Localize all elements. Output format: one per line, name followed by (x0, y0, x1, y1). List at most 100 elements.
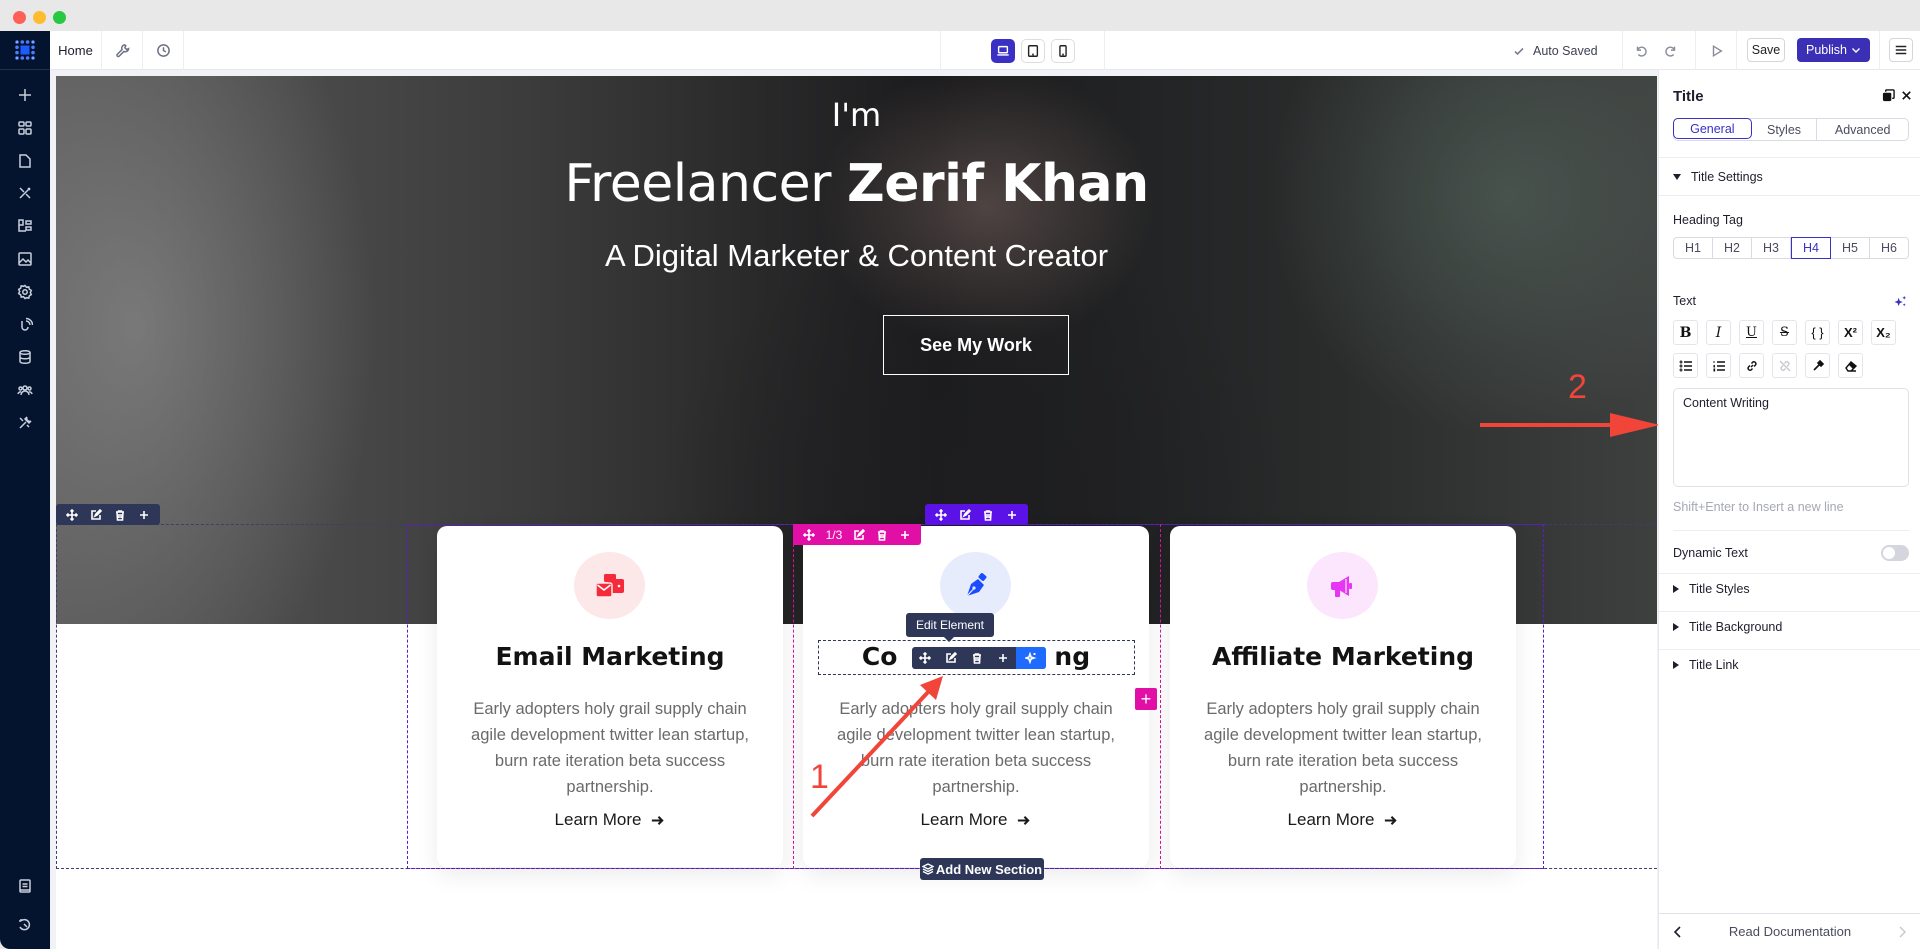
bullet-list-button[interactable] (1673, 353, 1698, 378)
panel-detach-button[interactable] (1879, 86, 1897, 104)
tab-advanced[interactable]: Advanced (1817, 119, 1908, 140)
delete-icon[interactable] (876, 529, 888, 541)
publish-button[interactable]: Publish (1797, 38, 1870, 62)
preview-button[interactable] (1704, 31, 1730, 70)
move-element-button[interactable] (912, 647, 938, 669)
learn-more-link[interactable]: Learn More (803, 810, 1149, 830)
edit-element-button[interactable] (938, 647, 964, 669)
underline-button[interactable]: U (1739, 320, 1764, 345)
heading-tag-h1[interactable]: H1 (1674, 238, 1713, 258)
heading-tag-h6[interactable]: H6 (1870, 238, 1908, 258)
add-element-icon[interactable] (0, 80, 50, 110)
main-menu-button[interactable] (1889, 38, 1913, 62)
structure-icon[interactable] (0, 211, 50, 241)
history-icon[interactable] (143, 31, 184, 70)
hamburger-icon (1895, 45, 1907, 55)
redo-button[interactable] (1658, 31, 1684, 70)
widgets-icon[interactable] (0, 113, 50, 143)
media-icon[interactable] (0, 244, 50, 274)
service-card[interactable]: Co ng Early adopters holy grail supply ch… (803, 526, 1149, 867)
window-maximize-button[interactable] (53, 11, 66, 24)
service-card[interactable]: Email Marketing Early adopters holy grai… (437, 526, 783, 867)
move-icon[interactable] (802, 528, 815, 541)
card-title[interactable]: Email Marketing (437, 642, 783, 671)
pages-icon[interactable] (0, 146, 50, 176)
tab-general[interactable]: General (1673, 118, 1752, 139)
chevron-right-icon[interactable] (1897, 926, 1907, 938)
hero-intro[interactable]: I'm (56, 96, 1657, 134)
card-text[interactable]: Early adopters holy grail supply chain a… (459, 696, 761, 800)
superscript-button[interactable]: X² (1838, 320, 1863, 345)
database-icon[interactable] (0, 342, 50, 372)
code-button[interactable]: { } (1805, 320, 1830, 345)
edit-icon[interactable] (959, 508, 971, 521)
add-icon[interactable] (138, 509, 150, 521)
mobile-view-button[interactable] (1051, 39, 1075, 63)
link-button[interactable] (1739, 353, 1764, 378)
text-content-field[interactable]: Content Writing (1673, 388, 1909, 487)
add-column-button[interactable]: + (1135, 688, 1157, 710)
title-styles-toggle[interactable]: Title Styles (1673, 582, 1750, 596)
tab-styles[interactable]: Styles (1752, 119, 1818, 140)
settings-icon[interactable] (0, 277, 50, 307)
pen-nib-icon (966, 572, 986, 596)
delete-element-button[interactable] (964, 647, 990, 669)
ai-assist-button[interactable] (1016, 647, 1046, 669)
tablet-view-button[interactable] (1021, 39, 1045, 63)
design-tools-icon[interactable] (0, 178, 50, 208)
undo-button[interactable] (1628, 31, 1654, 70)
window-minimize-button[interactable] (33, 11, 46, 24)
users-icon[interactable] (0, 375, 50, 405)
card-text[interactable]: Early adopters holy grail supply chain a… (1192, 696, 1494, 800)
learn-more-link[interactable]: Learn More (1170, 810, 1516, 830)
edit-icon[interactable] (853, 528, 866, 541)
container-toolbar (925, 504, 1028, 525)
heading-tag-h4[interactable]: H4 (1791, 237, 1831, 259)
see-my-work-button[interactable]: See My Work (883, 315, 1069, 375)
heading-tag-h2[interactable]: H2 (1713, 238, 1752, 258)
text-color-button[interactable] (1805, 353, 1830, 378)
window-close-button[interactable] (13, 11, 26, 24)
edit-icon[interactable] (90, 508, 102, 521)
integrations-icon[interactable] (0, 310, 50, 340)
heading-tag-h5[interactable]: H5 (1831, 238, 1870, 258)
title-settings-toggle[interactable]: Title Settings (1673, 170, 1763, 184)
add-new-section-button[interactable]: Add New Section (920, 858, 1044, 880)
save-button[interactable]: Save (1747, 38, 1785, 62)
chevron-left-icon[interactable] (1673, 925, 1683, 938)
hero-subtitle[interactable]: A Digital Marketer & Content Creator (56, 238, 1657, 274)
ai-text-button[interactable] (1891, 292, 1909, 310)
dynamic-text-toggle[interactable] (1881, 545, 1909, 561)
move-icon[interactable] (66, 508, 78, 521)
desktop-view-button[interactable] (991, 39, 1015, 63)
learn-more-link[interactable]: Learn More (437, 810, 783, 830)
app-logo[interactable] (0, 31, 50, 70)
strikethrough-button[interactable]: S (1772, 320, 1797, 345)
add-icon[interactable] (1006, 509, 1018, 521)
bold-button[interactable]: B (1673, 320, 1698, 345)
delete-icon[interactable] (982, 509, 994, 521)
wrench-icon[interactable] (102, 31, 143, 70)
hero-title[interactable]: Freelancer Zerif Khan (56, 154, 1657, 214)
card-title[interactable]: Affiliate Marketing (1170, 642, 1516, 671)
add-element-button[interactable] (990, 647, 1016, 669)
title-background-toggle[interactable]: Title Background (1673, 620, 1782, 634)
revision-history-icon[interactable] (0, 910, 50, 940)
move-icon[interactable] (934, 508, 947, 521)
panel-close-button[interactable] (1897, 86, 1915, 104)
service-card[interactable]: Affiliate Marketing Early adopters holy … (1170, 526, 1516, 867)
heading-tag-h3[interactable]: H3 (1752, 238, 1791, 258)
clear-format-button[interactable] (1838, 353, 1863, 378)
italic-button[interactable]: I (1706, 320, 1731, 345)
tools-icon[interactable] (0, 408, 50, 438)
unlink-button[interactable] (1772, 353, 1797, 378)
documentation-icon[interactable] (0, 871, 50, 901)
subscript-button[interactable]: X₂ (1871, 320, 1896, 345)
page-name[interactable]: Home (50, 31, 102, 70)
card-text[interactable]: Early adopters holy grail supply chain a… (825, 696, 1127, 800)
read-documentation-link[interactable]: Read Documentation (1729, 924, 1851, 939)
title-link-toggle[interactable]: Title Link (1673, 658, 1739, 672)
delete-icon[interactable] (114, 509, 126, 521)
numbered-list-button[interactable] (1706, 353, 1731, 378)
add-icon[interactable] (899, 529, 911, 541)
